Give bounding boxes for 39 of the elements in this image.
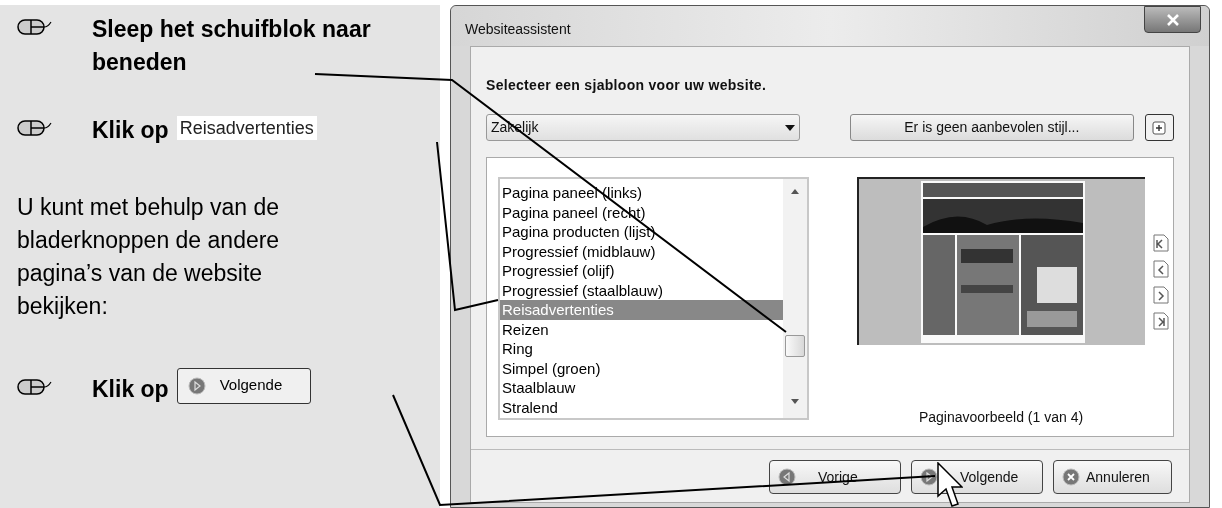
template-item[interactable]: Staalblauw — [500, 378, 783, 398]
template-item[interactable]: Stralend — [500, 397, 783, 417]
scroll-down-icon[interactable] — [791, 399, 799, 404]
next-page-icon[interactable] — [1153, 286, 1169, 304]
instruction-text: Klik op — [92, 375, 169, 404]
cancel-button[interactable]: Annuleren — [1053, 460, 1172, 494]
list-item-sample: Reisadvertenties — [176, 115, 317, 140]
scroll-up-icon[interactable] — [791, 189, 799, 194]
button-sample: Volgende — [176, 367, 312, 404]
template-item[interactable]: Ring — [500, 339, 783, 359]
mouse-icon — [17, 119, 53, 137]
dialog-heading: Selecteer een sjabloon voor uw website. — [486, 76, 768, 95]
dropdown-arrow-icon — [785, 124, 796, 131]
template-item[interactable]: Pagina paneel (links) — [500, 183, 783, 203]
template-item[interactable]: Progressief (olijf) — [500, 261, 783, 281]
scroll-thumb[interactable] — [785, 335, 805, 357]
close-button[interactable] — [1144, 6, 1201, 33]
template-item[interactable]: Reizen — [500, 319, 783, 339]
mouse-icon — [17, 18, 53, 36]
template-item[interactable]: Simpel (groen) — [500, 358, 783, 378]
plus-button[interactable] — [1144, 114, 1174, 141]
previous-page-icon[interactable] — [1153, 260, 1169, 278]
template-item[interactable]: Reisadvertenties — [500, 300, 783, 320]
scrollbar[interactable] — [783, 179, 807, 418]
instruction-text: Klik op — [92, 116, 169, 145]
note-text: U kunt met behulp van de bladerknoppen de andere pagina’s van de website bekijken: — [17, 193, 281, 321]
template-item[interactable]: Pagina producten (lijst) — [500, 222, 783, 242]
window-title: Websiteassistent — [465, 20, 571, 39]
close-icon — [1062, 468, 1080, 486]
preview-caption: Paginavoorbeeld (1 van 4) — [918, 408, 1084, 427]
template-item[interactable]: Progressief (staalblauw) — [500, 280, 783, 300]
plus-icon — [1152, 120, 1167, 135]
template-item[interactable]: Progressief (midblauw) — [500, 241, 783, 261]
last-page-icon[interactable] — [1153, 312, 1169, 330]
instruction-text: Sleep het schuifblok naar beneden — [92, 15, 372, 77]
mouse-icon — [17, 378, 53, 396]
close-icon — [1165, 13, 1180, 26]
first-page-icon[interactable] — [1153, 234, 1169, 252]
style-button[interactable]: Er is geen aanbevolen stijl... — [850, 114, 1134, 141]
